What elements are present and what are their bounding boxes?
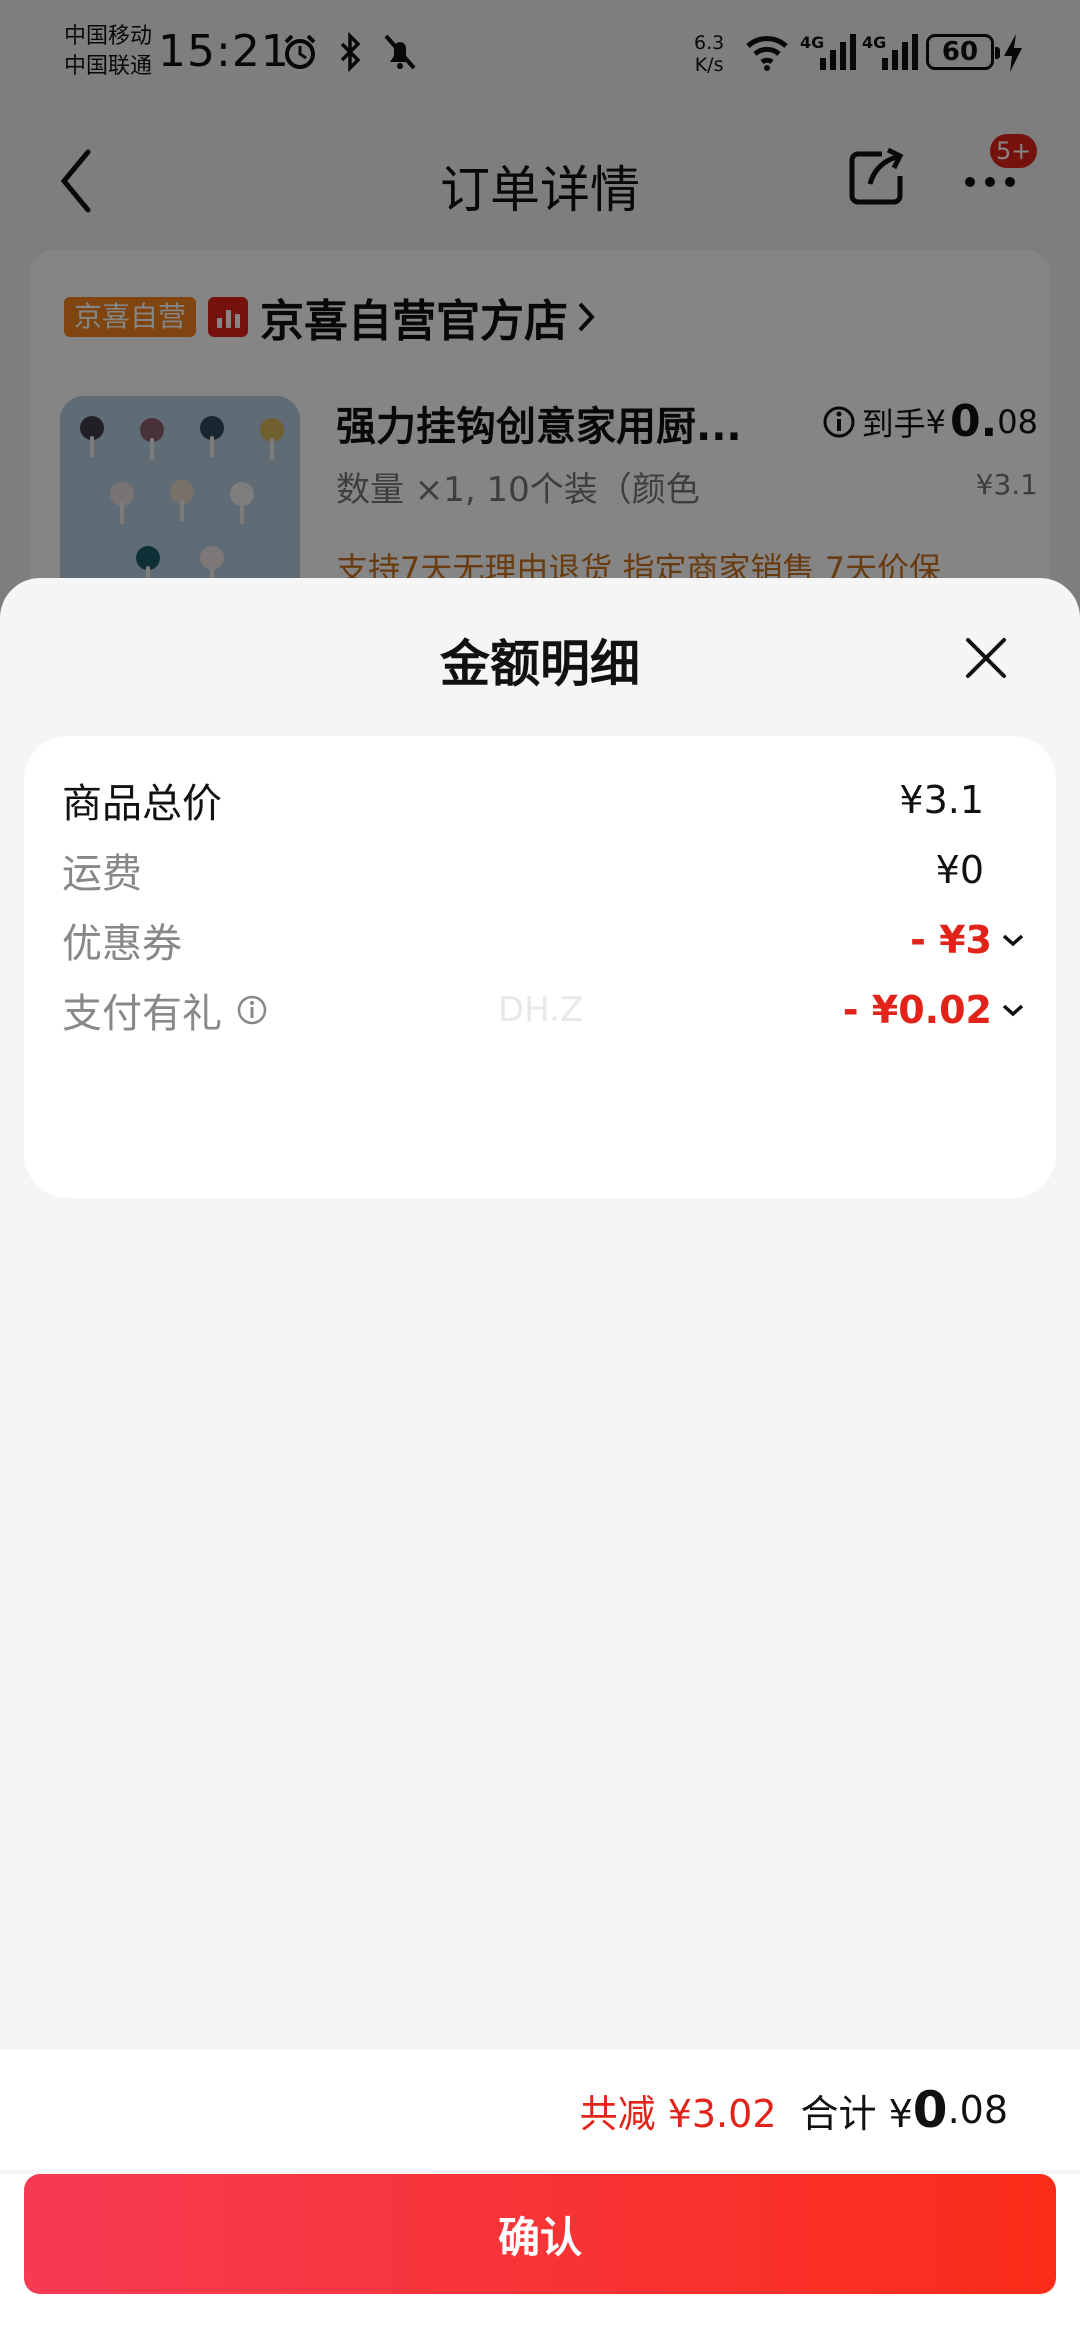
- row-label: 商品总价: [62, 781, 222, 827]
- total-integer: 0: [912, 2081, 948, 2139]
- row-value: - ¥0.02: [842, 988, 992, 1032]
- amount-detail-sheet: 金额明细 商品总价 ¥3.1 运费 ¥0 优惠券 - ¥3 支付有礼 DH.Z …: [0, 578, 1080, 2340]
- row-value: - ¥3: [910, 918, 992, 962]
- info-icon[interactable]: [236, 994, 268, 1026]
- total-label: 合计 ¥: [800, 2091, 913, 2136]
- row-payment-gift[interactable]: 支付有礼 DH.Z - ¥0.02: [62, 980, 1026, 1040]
- confirm-button[interactable]: 确认: [24, 2174, 1056, 2294]
- row-label: 支付有礼: [62, 991, 222, 1037]
- chevron-down-icon[interactable]: [1000, 931, 1026, 949]
- row-coupon[interactable]: 优惠券 - ¥3: [62, 910, 1026, 970]
- total-decimal: .08: [947, 2088, 1008, 2132]
- row-value-discount: - ¥0.02: [843, 988, 1026, 1032]
- confirm-area: 确认: [0, 2174, 1080, 2340]
- row-value: ¥3.1: [899, 778, 984, 822]
- chevron-down-icon[interactable]: [1000, 1001, 1026, 1019]
- row-shipping: 运费 ¥0: [62, 840, 1026, 900]
- row-value-discount: - ¥3: [910, 918, 1026, 962]
- summary-bar: 共减 ¥3.02 合计 ¥0.08: [0, 2050, 1080, 2170]
- watermark: DH.Z: [498, 990, 584, 1030]
- row-label: 运费: [62, 851, 142, 897]
- row-value: ¥0: [935, 848, 984, 892]
- amount-detail-card: 商品总价 ¥3.1 运费 ¥0 优惠券 - ¥3 支付有礼 DH.Z - ¥0.…: [24, 736, 1056, 1198]
- row-goods-total: 商品总价 ¥3.1: [62, 770, 1026, 830]
- sheet-title: 金额明细: [440, 635, 640, 693]
- close-icon[interactable]: [962, 634, 1010, 682]
- total-reduction: 共减 ¥3.02: [579, 2091, 777, 2136]
- row-label: 优惠券: [62, 921, 182, 967]
